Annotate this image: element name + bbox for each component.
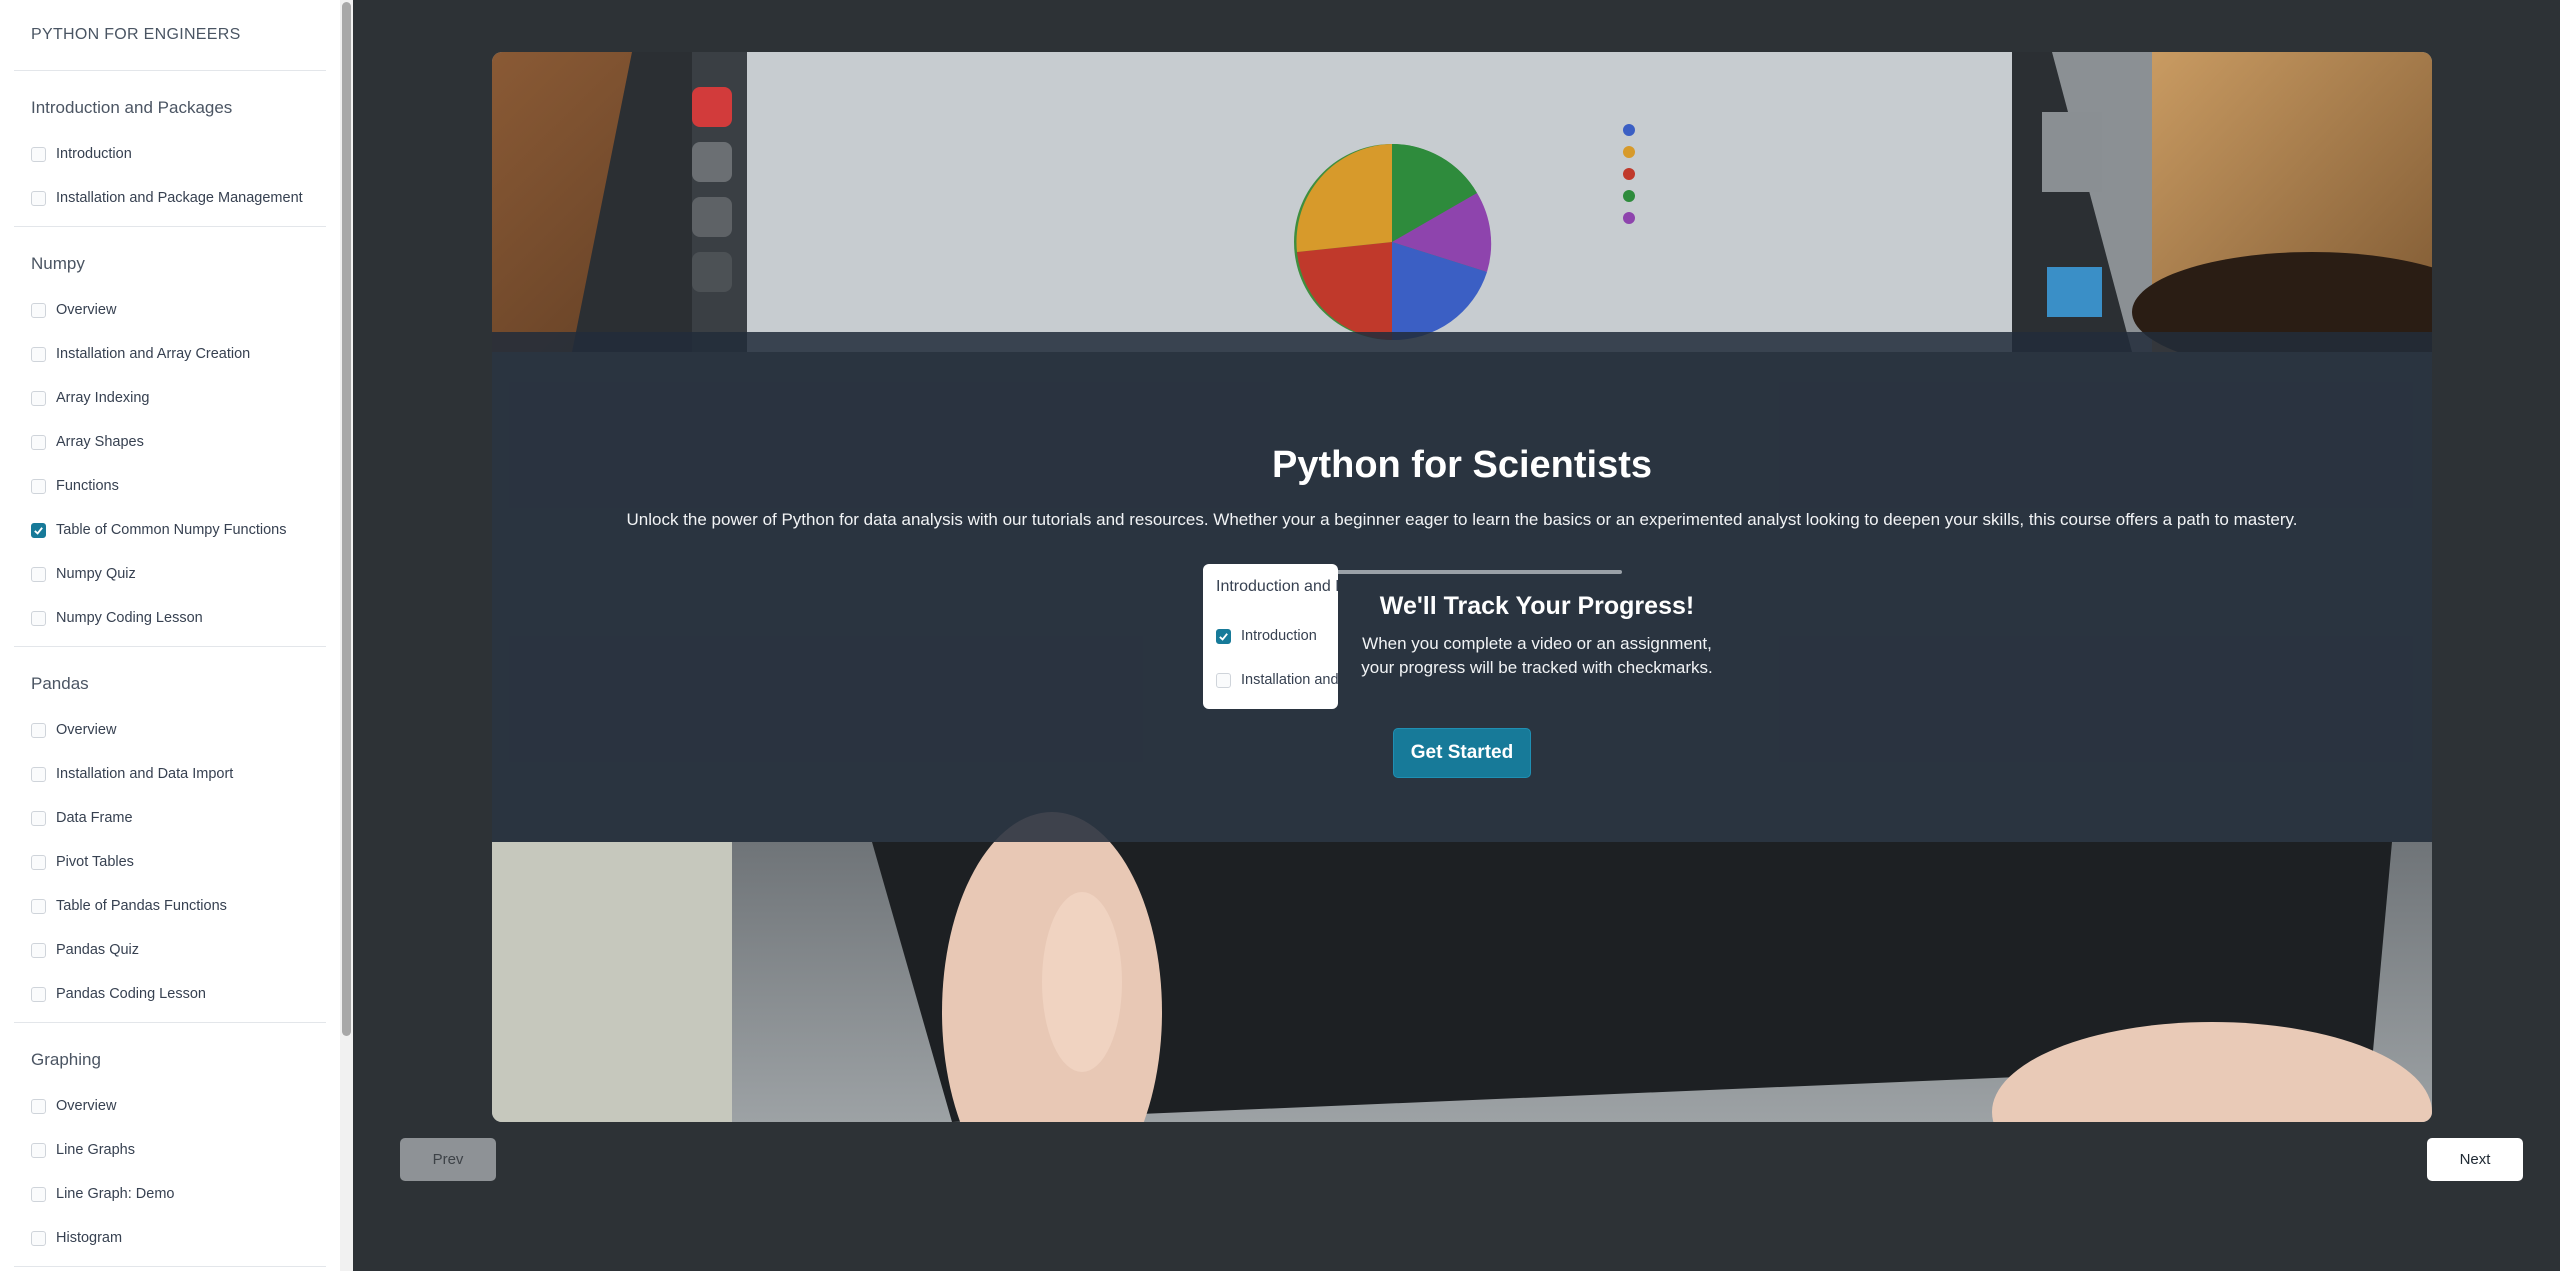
sidebar-lesson-label: Functions	[56, 478, 119, 494]
sidebar-lesson-label: Pandas Coding Lesson	[56, 986, 206, 1002]
sidebar-section-title: Numpy	[31, 254, 85, 273]
sidebar-lesson-item[interactable]: Table of Pandas Functions	[14, 884, 326, 928]
checkbox-icon[interactable]	[31, 942, 46, 958]
sidebar-section: Numpy Overview Installation and Array Crea…	[14, 227, 326, 647]
progress-description-line: When you complete a video or an assignme…	[1362, 634, 1712, 653]
sidebar-lesson-item[interactable]: Pivot Tables	[14, 840, 326, 884]
checkbox-icon	[1216, 672, 1231, 688]
demo-lesson-item: Introduction	[1203, 614, 1338, 658]
sidebar-section-title: Graphing	[31, 1050, 101, 1069]
sidebar-section-title: Introduction and Packages	[31, 98, 233, 117]
sidebar-lesson-item[interactable]: Introduction	[14, 132, 326, 176]
sidebar-lesson-label: Numpy Quiz	[56, 566, 136, 582]
sidebar-lesson-label: Pandas Quiz	[56, 942, 140, 958]
sidebar-lesson-item[interactable]: Pandas Quiz	[14, 928, 326, 972]
sidebar-lesson-label: Overview	[56, 302, 117, 318]
checkbox-icon[interactable]	[31, 346, 46, 362]
sidebar-lesson-item[interactable]: Line Graph: Demo	[14, 1172, 326, 1216]
demo-lesson-item: Installation and Package Management	[1203, 658, 1338, 702]
sidebar-lesson-label: Table of Pandas Functions	[56, 898, 227, 914]
sidebar-lesson-label: Installation and Package Management	[56, 190, 303, 206]
sidebar-lesson-label: Pivot Tables	[56, 854, 134, 870]
demo-lesson-label: Introduction	[1241, 628, 1317, 644]
sidebar-scrollbar-thumb[interactable]	[342, 2, 351, 1036]
checkbox-icon[interactable]	[31, 1186, 46, 1202]
demo-section-title: Introduction and Packages	[1216, 578, 1338, 595]
sidebar-lesson-item[interactable]: Array Shapes	[14, 420, 326, 464]
sidebar-lesson-label: Overview	[56, 1098, 117, 1114]
hero-subtitle: Unlock the power of Python for data anal…	[626, 510, 2298, 529]
progress-description: When you complete a video or an assignme…	[1352, 632, 1722, 680]
next-button[interactable]: Next	[2427, 1138, 2523, 1181]
checkbox-icon[interactable]	[31, 478, 46, 494]
checkbox-icon[interactable]	[31, 566, 46, 582]
sidebar-lesson-item[interactable]: Overview	[14, 708, 326, 752]
sidebar-lesson-item[interactable]: Histogram	[14, 1216, 326, 1260]
progress-description-line: your progress will be tracked with check…	[1361, 658, 1713, 677]
sidebar-content: PYTHON FOR ENGINEERS Introduction and Pa…	[0, 0, 340, 1267]
sidebar-lesson-label: Data Frame	[56, 810, 133, 826]
checkbox-icon[interactable]	[31, 722, 46, 738]
prev-button[interactable]: Prev	[400, 1138, 496, 1181]
sidebar-section: Graphing Overview Line Graphs Line Graph: D…	[14, 1023, 326, 1267]
course-title: PYTHON FOR ENGINEERS	[14, 0, 326, 71]
sidebar-section: Pandas Overview Installation and Data Impo…	[14, 647, 326, 1023]
checkbox-checked-icon	[1216, 628, 1231, 644]
sidebar-lesson-label: Introduction	[56, 146, 132, 162]
sidebar-lesson-label: Overview	[56, 722, 117, 738]
checkbox-checked-icon[interactable]	[31, 522, 46, 538]
checkbox-icon[interactable]	[31, 302, 46, 318]
sidebar-lesson-item[interactable]: Line Graphs	[14, 1128, 326, 1172]
sidebar-lesson-item[interactable]: Data Frame	[14, 796, 326, 840]
sidebar-lesson-item[interactable]: Overview	[14, 1084, 326, 1128]
checkbox-icon[interactable]	[31, 1230, 46, 1246]
checkbox-icon[interactable]	[31, 1098, 46, 1114]
checkbox-icon[interactable]	[31, 898, 46, 914]
sidebar-lesson-item[interactable]: Table of Common Numpy Functions	[14, 508, 326, 552]
sidebar-lesson-label: Line Graphs	[56, 1142, 135, 1158]
sidebar-lesson-item[interactable]: Installation and Package Management	[14, 176, 326, 220]
sidebar-lesson-item[interactable]: Installation and Array Creation	[14, 332, 326, 376]
hero-divider	[1302, 570, 1622, 574]
checkbox-icon[interactable]	[31, 766, 46, 782]
sidebar-lesson-label: Installation and Data Import	[56, 766, 234, 782]
sidebar-lesson-label: Table of Common Numpy Functions	[56, 522, 287, 538]
sidebar-lesson-item[interactable]: Installation and Data Import	[14, 752, 326, 796]
checkbox-icon[interactable]	[31, 434, 46, 450]
hero-banner: Python for Scientists Unlock the power o…	[492, 52, 2432, 1122]
sidebar-lesson-label: Numpy Coding Lesson	[56, 610, 203, 626]
progress-demo-card: Introduction and Packages Introduction I…	[1203, 564, 1338, 709]
checkbox-icon[interactable]	[31, 986, 46, 1002]
sidebar-lesson-item[interactable]: Overview	[14, 288, 326, 332]
progress-heading: We'll Track Your Progress!	[1379, 592, 1695, 620]
checkbox-icon[interactable]	[31, 854, 46, 870]
sidebar-lesson-item[interactable]: Pandas Coding Lesson	[14, 972, 326, 1016]
sidebar-lesson-label: Line Graph: Demo	[56, 1186, 175, 1202]
sidebar-lesson-item[interactable]: Functions	[14, 464, 326, 508]
sidebar-section: Introduction and Packages Introduction Ins…	[14, 71, 326, 227]
sidebar-lesson-label: Array Indexing	[56, 390, 150, 406]
sidebar-lesson-item[interactable]: Numpy Quiz	[14, 552, 326, 596]
checkbox-icon[interactable]	[31, 146, 46, 162]
course-sidebar: PYTHON FOR ENGINEERS Introduction and Pa…	[0, 0, 353, 1271]
demo-lesson-label: Installation and Package Management	[1241, 672, 1338, 688]
sidebar-lesson-item[interactable]: Numpy Coding Lesson	[14, 596, 326, 640]
checkbox-icon[interactable]	[31, 810, 46, 826]
checkbox-icon[interactable]	[31, 1142, 46, 1158]
sidebar-section-title: Pandas	[31, 674, 89, 693]
checkbox-icon[interactable]	[31, 390, 46, 406]
sidebar-lesson-label: Array Shapes	[56, 434, 144, 450]
sidebar-lesson-label: Histogram	[56, 1230, 123, 1246]
get-started-button[interactable]: Get Started	[1393, 728, 1531, 778]
checkbox-icon[interactable]	[31, 190, 46, 206]
sidebar-lesson-item[interactable]: Array Indexing	[14, 376, 326, 420]
checkbox-icon[interactable]	[31, 610, 46, 626]
page-title: Python for Scientists	[1271, 444, 1653, 486]
sidebar-lesson-label: Installation and Array Creation	[56, 346, 251, 362]
